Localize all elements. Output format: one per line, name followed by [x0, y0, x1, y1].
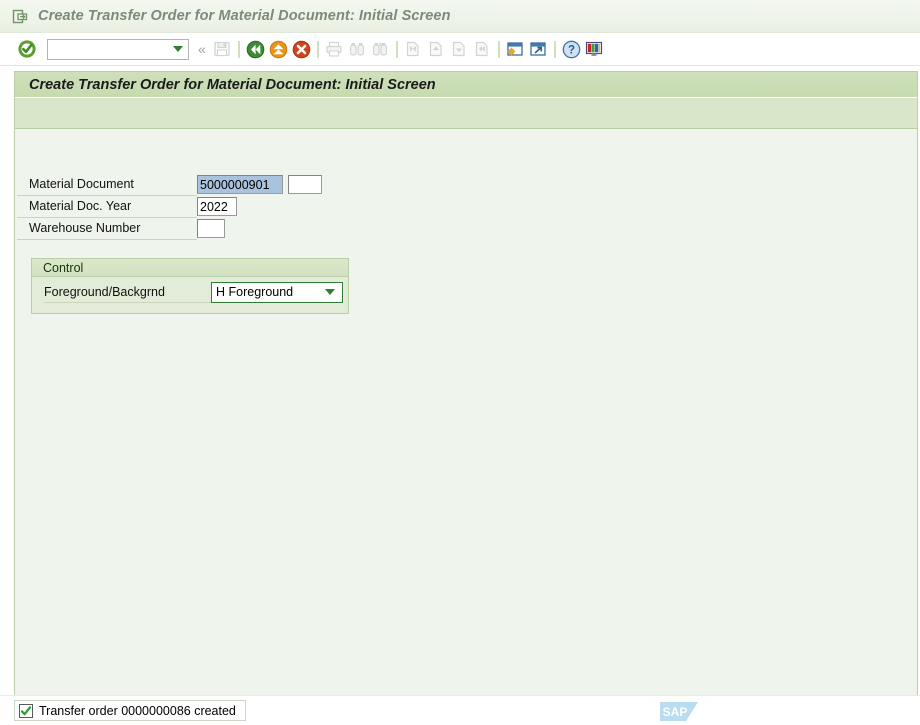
- command-field[interactable]: [47, 38, 189, 60]
- foreground-backgrnd-value: H Foreground: [216, 285, 294, 299]
- material-document-label: Material Document: [17, 174, 197, 196]
- last-page-button[interactable]: [471, 38, 494, 61]
- field-row-warehouse-number: Warehouse Number: [17, 218, 347, 240]
- svg-text:?: ?: [568, 44, 575, 56]
- foreground-backgrnd-select[interactable]: H Foreground: [211, 281, 343, 303]
- svg-text:SAP: SAP: [663, 705, 688, 719]
- chevron-down-icon[interactable]: [173, 46, 183, 52]
- initial-screen-form: Material Document Material Doc. Year: [17, 174, 347, 240]
- toolbar-divider: [316, 40, 319, 58]
- ok-check-icon[interactable]: [16, 38, 38, 60]
- sap-logo: SAP: [660, 702, 704, 721]
- material-document-input[interactable]: [197, 175, 283, 194]
- material-document-item-input[interactable]: [288, 175, 322, 194]
- screen-application-toolbar: [15, 98, 917, 129]
- field-row-material-document: Material Document: [17, 174, 347, 196]
- warehouse-number-label: Warehouse Number: [17, 218, 197, 240]
- material-doc-year-input[interactable]: [197, 197, 237, 216]
- status-bar: Transfer order 0000000086 created SAP: [0, 695, 920, 725]
- customize-layout-button[interactable]: [504, 38, 527, 61]
- foreground-backgrnd-label: Foreground/Backgrnd: [44, 282, 211, 303]
- screen-title-bar: Create Transfer Order for Material Docum…: [15, 72, 917, 98]
- first-page-button[interactable]: [402, 38, 425, 61]
- toolbar-divider: [395, 40, 398, 58]
- dynpro-frame: Create Transfer Order for Material Docum…: [14, 71, 918, 695]
- exit-document-icon: [10, 7, 30, 25]
- control-group-header: Control: [32, 259, 348, 277]
- status-message[interactable]: Transfer order 0000000086 created: [14, 700, 246, 721]
- field-row-foreground-backgrnd: Foreground/Backgrnd H Foreground: [32, 281, 348, 303]
- sap-gui-window: Create Transfer Order for Material Docum…: [0, 0, 920, 725]
- window-title-bar: Create Transfer Order for Material Docum…: [0, 0, 920, 33]
- local-layout-button[interactable]: [583, 38, 606, 61]
- find-next-button[interactable]: [369, 38, 392, 61]
- save-button[interactable]: [211, 38, 234, 61]
- page-title: Create Transfer Order for Material Docum…: [29, 76, 436, 93]
- exit-button[interactable]: [267, 38, 290, 61]
- toolbar-divider: [237, 40, 240, 58]
- create-session-button[interactable]: [527, 38, 550, 61]
- control-group-title: Control: [43, 260, 84, 275]
- find-button[interactable]: [346, 38, 369, 61]
- print-button[interactable]: [323, 38, 346, 61]
- chevron-down-icon[interactable]: [325, 289, 335, 295]
- window-title: Create Transfer Order for Material Docum…: [38, 8, 451, 24]
- control-group-box: Control Foreground/Backgrnd H Foreground: [31, 258, 349, 314]
- next-page-button[interactable]: [448, 38, 471, 61]
- main-toolbar: « ?: [0, 33, 920, 66]
- toolbar-collapse-button[interactable]: «: [193, 41, 211, 57]
- green-check-success-icon: [19, 703, 33, 718]
- help-button[interactable]: ?: [560, 38, 583, 61]
- toolbar-divider: [553, 40, 556, 58]
- control-group-body: Foreground/Backgrnd H Foreground: [32, 277, 348, 313]
- back-button[interactable]: [244, 38, 267, 61]
- screen-area: Create Transfer Order for Material Docum…: [0, 66, 920, 695]
- previous-page-button[interactable]: [425, 38, 448, 61]
- cancel-button[interactable]: [290, 38, 313, 61]
- command-input[interactable]: [51, 40, 169, 58]
- toolbar-divider: [497, 40, 500, 58]
- warehouse-number-input[interactable]: [197, 219, 225, 238]
- dynpro-canvas: Material Document Material Doc. Year: [15, 129, 917, 695]
- status-message-text: Transfer order 0000000086 created: [39, 703, 236, 718]
- material-doc-year-label: Material Doc. Year: [17, 196, 197, 218]
- field-row-material-doc-year: Material Doc. Year: [17, 196, 347, 218]
